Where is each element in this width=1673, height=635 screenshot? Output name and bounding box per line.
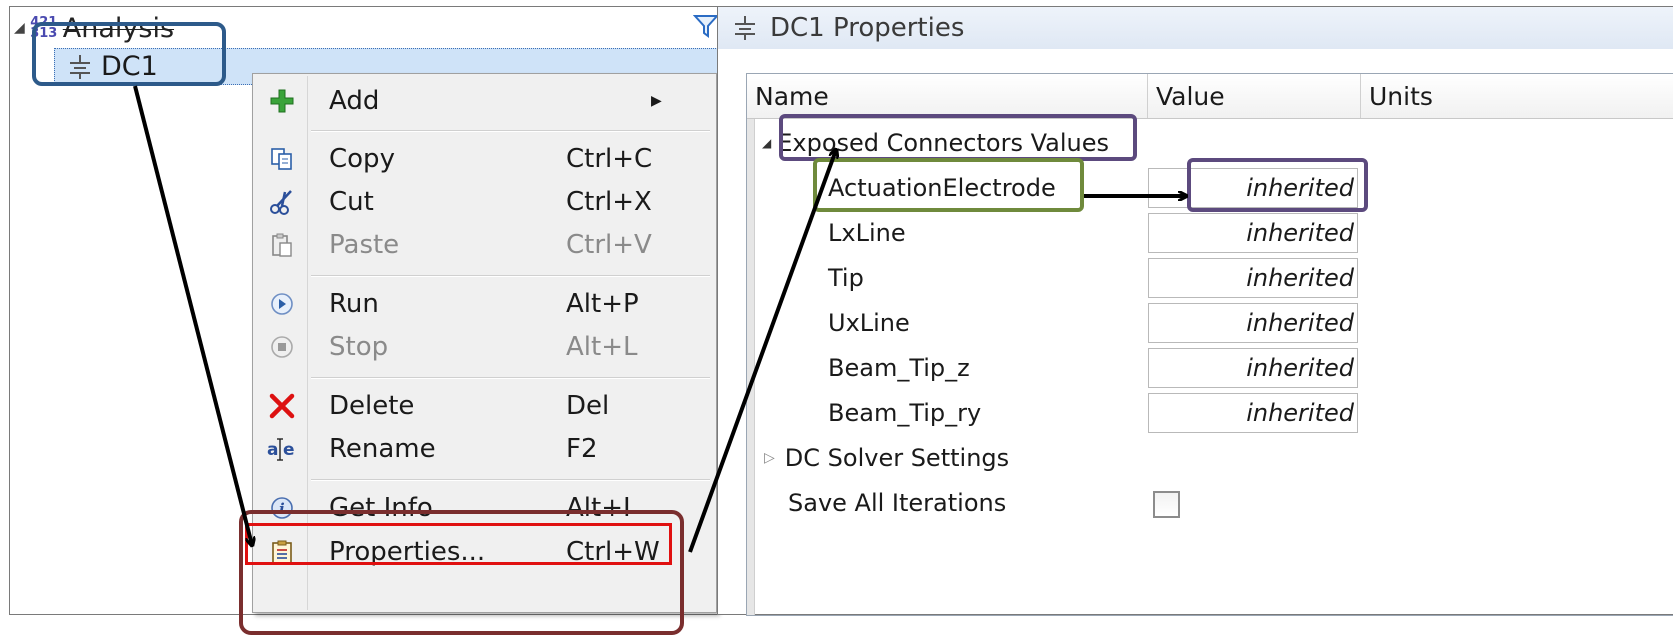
collapse-triangle-icon[interactable]: ◢ [762,136,771,150]
menu-separator [311,275,710,277]
paste-icon [267,230,297,260]
menu-label: Cut [329,187,374,217]
expand-triangle-icon[interactable]: ▷ [764,450,775,466]
copy-icon [267,144,297,174]
column-header-name[interactable]: Name [747,74,1147,118]
property-name: Beam_Tip_z [828,354,970,382]
menu-label: Paste [329,230,400,260]
menu-label: Add [329,86,380,116]
column-header-value[interactable]: Value [1148,74,1360,118]
menu-shortcut: Ctrl+V [566,230,652,260]
properties-panel: DC1 Properties Name Value Units ◢ Expose… [717,6,1673,616]
menu-item-rename[interactable]: ae Rename F2 [253,429,713,469]
menu-item-copy[interactable]: Copy Ctrl+C [253,139,713,179]
grid-header-row: Name Value Units [747,74,1673,119]
property-name: LxLine [828,219,906,247]
grid-gutter [747,119,755,615]
menu-shortcut: Del [566,391,610,421]
menu-item-run[interactable]: Run Alt+P [253,284,713,324]
svg-text:a: a [267,440,278,460]
property-row-beam-tip-z[interactable]: Beam_Tip_z [828,348,970,388]
inherited-value-highlight-box [1187,158,1368,212]
menu-label: Rename [329,434,436,464]
menu-shortcut: F2 [566,434,598,464]
property-name: Save All Iterations [788,489,1007,517]
property-value-field[interactable]: inherited [1148,348,1358,388]
column-header-units[interactable]: Units [1361,74,1661,118]
menu-item-paste[interactable]: Paste Ctrl+V [253,225,713,265]
run-icon [267,289,297,319]
menu-separator [311,130,710,132]
group-label: DC Solver Settings [784,444,1010,472]
property-name: Tip [828,264,864,292]
property-row-beam-tip-ry[interactable]: Beam_Tip_ry [828,393,981,433]
save-all-iterations-checkbox[interactable] [1153,491,1180,518]
property-value-field[interactable]: inherited [1148,213,1358,253]
group-dc-solver-settings[interactable]: ▷ DC Solver Settings [764,438,1009,478]
menu-label: Copy [329,144,395,174]
property-value-field[interactable]: inherited [1148,303,1358,343]
menu-shortcut: Ctrl+C [566,144,653,174]
property-value-field[interactable]: inherited [1148,393,1358,433]
stop-icon [267,332,297,362]
dc1-highlight-box [32,22,226,86]
add-plus-icon [267,86,297,116]
filter-icon[interactable] [693,13,719,39]
menu-item-stop[interactable]: Stop Alt+L [253,327,713,367]
menu-shortcut: Alt+L [566,332,638,362]
menu-item-cut[interactable]: Cut Ctrl+X [253,182,713,222]
svg-text:e: e [283,440,295,460]
property-row-tip[interactable]: Tip [828,258,864,298]
dc-analysis-icon [735,16,755,40]
menu-item-add[interactable]: Add ▶ [253,81,713,121]
expand-triangle-icon[interactable]: ◢ [14,20,25,36]
properties-highlight-box [245,523,672,565]
menu-separator [311,377,710,379]
menu-label: Stop [329,332,389,362]
delete-x-icon [267,391,297,421]
menu-shortcut: Alt+P [566,289,639,319]
scissors-icon [267,187,297,217]
actuation-electrode-highlight-box [813,158,1084,212]
menu-label: Delete [329,391,415,421]
menu-separator [311,479,710,481]
menu-item-delete[interactable]: Delete Del [253,386,713,426]
properties-title: DC1 Properties [770,13,965,43]
properties-header: DC1 Properties [718,7,1673,49]
menu-label: Run [329,289,379,319]
rename-icon: ae [267,434,297,464]
property-row-lxline[interactable]: LxLine [828,213,906,253]
menu-shortcut: Ctrl+X [566,187,652,217]
property-name: Beam_Tip_ry [828,399,982,427]
property-row-save-all-iterations: Save All Iterations [788,483,1006,523]
property-value-field[interactable]: inherited [1148,258,1358,298]
property-name: UxLine [828,309,910,337]
exposed-connectors-highlight-box [779,114,1137,161]
submenu-arrow-icon: ▶ [651,93,662,109]
property-row-uxline[interactable]: UxLine [828,303,910,343]
